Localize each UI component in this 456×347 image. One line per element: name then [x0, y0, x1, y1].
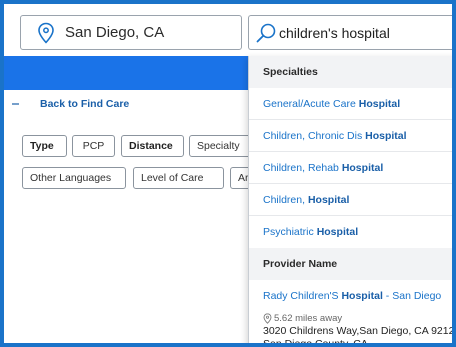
provider-distance-text: 5.62 miles away	[274, 313, 343, 324]
suggestion-text: Children,	[263, 193, 306, 206]
suggestion-text: Children, Rehab	[263, 161, 339, 174]
arrow-left-icon	[12, 103, 19, 105]
suggestion-match: Hospital	[316, 226, 359, 238]
location-value: San Diego, CA	[65, 24, 165, 41]
filter-level-of-care[interactable]: Level of Care	[133, 167, 224, 189]
filter-pcp[interactable]: PCP	[72, 135, 115, 157]
suggestion-match: Hospital	[341, 161, 384, 174]
back-link-label: Back to Find Care	[40, 98, 130, 110]
location-pin-icon	[38, 22, 54, 44]
filter-other-languages[interactable]: Other Languages	[22, 167, 126, 189]
provider-address: 3020 Childrens Way,San Diego, CA 92123	[263, 325, 456, 337]
filter-type[interactable]: Type	[22, 135, 67, 157]
suggestion-text: General/Acute Care	[263, 97, 356, 110]
suggestion-specialty[interactable]: Children, Hospital	[249, 184, 452, 216]
filter-distance[interactable]: Distance	[121, 135, 184, 157]
provider-county: San Diego County, CA	[263, 338, 368, 347]
search-icon	[256, 23, 276, 42]
provider-name-header: Provider Name	[249, 248, 452, 280]
location-pin-icon	[263, 313, 272, 324]
app-frame: San Diego, CA Back to Find Care Type PCP…	[0, 0, 456, 347]
suggestion-specialty[interactable]: Psychiatric Hospital	[249, 216, 452, 248]
provider-name-match: Hospital	[341, 290, 383, 302]
suggestion-text: Children, Chronic Dis	[263, 129, 363, 142]
suggestion-match: Hospital	[365, 129, 407, 142]
suggestion-specialty[interactable]: General/Acute Care Hospital	[249, 88, 452, 120]
provider-name: Rady Children'S Hospital - San Diego	[263, 290, 446, 302]
suggestion-match: Hospital	[307, 193, 350, 206]
autocomplete-dropdown: Specialties General/Acute Care Hospital …	[248, 56, 456, 347]
suggestion-specialty[interactable]: Children, Rehab Hospital	[249, 152, 452, 184]
search-input[interactable]	[279, 24, 449, 41]
suggestion-match: Hospital	[358, 97, 401, 110]
specialties-header: Specialties	[249, 56, 452, 88]
search-field[interactable]	[248, 15, 452, 50]
back-link[interactable]: Back to Find Care	[12, 98, 129, 110]
provider-name-prefix: Rady Children'S	[263, 290, 342, 302]
provider-distance: 5.62 miles away	[263, 313, 446, 324]
suggestion-text: Psychiatric	[263, 226, 314, 238]
suggestion-specialty[interactable]: Children, Chronic Dis Hospital	[249, 120, 452, 152]
location-input[interactable]: San Diego, CA	[20, 15, 242, 50]
provider-name-suffix: - San Diego	[382, 290, 442, 302]
suggestion-provider[interactable]: Rady Children'S Hospital - San Diego 5.6…	[249, 280, 456, 347]
